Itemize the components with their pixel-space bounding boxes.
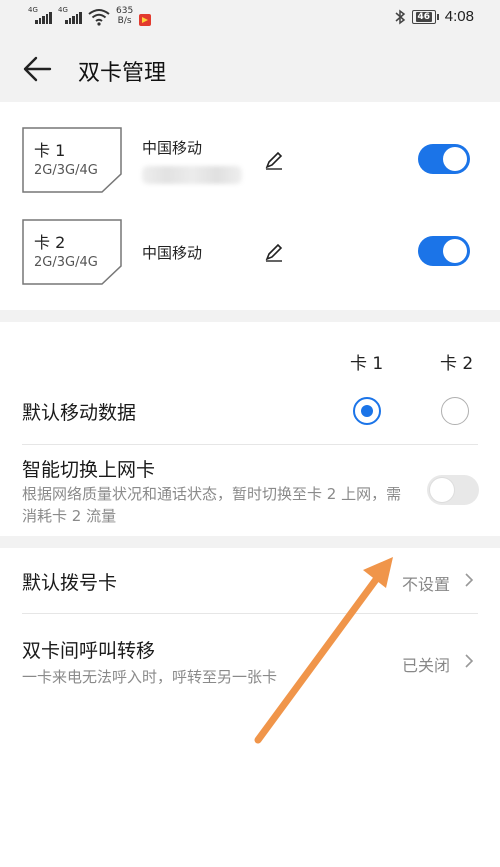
- smart-switch-toggle[interactable]: [427, 475, 479, 505]
- sim-card-2-label: 卡 2: [34, 233, 66, 252]
- sim-card-1-carrier: 中国移动: [142, 139, 203, 157]
- back-arrow-icon[interactable]: [22, 56, 52, 82]
- wifi-icon: [88, 9, 110, 26]
- sim-card-1-network: 2G/3G/4G: [34, 163, 98, 178]
- call-forwarding-value[interactable]: 已关闭: [402, 652, 450, 676]
- sim-card-2-toggle[interactable]: [418, 236, 470, 266]
- sim2-signal-icon: 4G: [58, 6, 84, 26]
- phone-number-redacted: [142, 166, 242, 184]
- app-notification-icon: [139, 14, 152, 26]
- battery-level: 46: [415, 11, 433, 22]
- section-divider: [0, 310, 500, 322]
- sim-card-2-carrier: 中国移动: [142, 244, 203, 262]
- sim-card-2-network: 2G/3G/4G: [34, 255, 98, 270]
- battery-icon: 46: [411, 9, 439, 24]
- sim-card-1-toggle[interactable]: [418, 144, 470, 174]
- status-bar: 4G 4G 635 B/s 46 4:08: [0, 0, 500, 36]
- default-data-card-1-radio[interactable]: [353, 397, 381, 425]
- call-forwarding-description: 一卡来电无法呼入时，呼转至另一张卡: [22, 668, 278, 686]
- app-bar: 双卡管理: [0, 36, 500, 102]
- column-header-card-1: 卡 1: [350, 354, 384, 374]
- page-title: 双卡管理: [78, 61, 167, 86]
- sim-card-1: 卡 1 2G/3G/4G: [22, 127, 122, 193]
- smart-switch-description: 根据网络质量状况和通话状态，暂时切换至卡 2 上网，需消耗卡 2 流量: [22, 485, 402, 525]
- call-forwarding-label[interactable]: 双卡间呼叫转移: [22, 636, 155, 663]
- sim-card-1-label: 卡 1: [34, 141, 66, 160]
- sim1-signal-icon: 4G: [28, 6, 54, 26]
- speed-unit: B/s: [117, 16, 132, 26]
- edit-card-1-icon[interactable]: [264, 150, 284, 170]
- edit-card-2-icon[interactable]: [264, 242, 284, 262]
- chevron-right-icon: [465, 573, 474, 587]
- chevron-right-icon: [465, 654, 474, 668]
- sim-card-2: 卡 2 2G/3G/4G: [22, 219, 122, 285]
- clock: 4:08: [444, 8, 474, 25]
- default-mobile-data-label: 默认移动数据: [22, 402, 137, 424]
- smart-switch-label: 智能切换上网卡: [22, 459, 156, 481]
- default-dial-card-value[interactable]: 不设置: [402, 571, 450, 595]
- speed-value: 635: [116, 6, 134, 16]
- network-speed: 635 B/s: [116, 6, 133, 26]
- bluetooth-icon: [395, 9, 405, 24]
- section-divider: [0, 536, 500, 548]
- row-divider: [22, 613, 478, 614]
- column-header-card-2: 卡 2: [440, 354, 474, 374]
- default-data-card-2-radio[interactable]: [441, 397, 469, 425]
- default-dial-card-label[interactable]: 默认拨号卡: [22, 568, 117, 595]
- row-divider: [22, 444, 478, 445]
